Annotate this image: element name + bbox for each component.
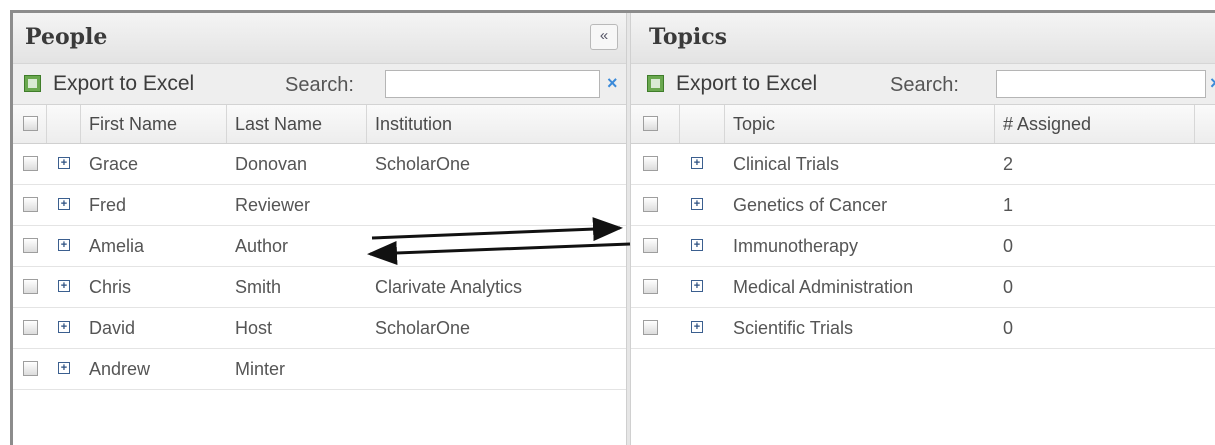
assigned-count-cell: 2 <box>1003 154 1014 174</box>
table-row[interactable]: + Chris Smith Clarivate Analytics <box>13 267 626 308</box>
topics-panel: Topics Export to Excel Search: × Topic #… <box>630 13 1215 445</box>
topic-cell: Medical Administration <box>733 277 914 297</box>
people-panel: People « Export to Excel Search: × First… <box>13 13 627 445</box>
institution-cell <box>367 226 375 266</box>
topics-export-to-excel-button[interactable]: Export to Excel <box>676 72 817 96</box>
first-name-cell: Fred <box>89 195 127 215</box>
table-row[interactable]: + David Host ScholarOne <box>13 308 626 349</box>
topic-cell: Clinical Trials <box>733 154 840 174</box>
topics-expand-column-header <box>680 105 725 143</box>
people-expand-column-header <box>47 105 81 143</box>
topics-select-all-checkbox[interactable] <box>643 116 658 131</box>
row-checkbox[interactable] <box>23 197 38 212</box>
institution-cell <box>367 349 375 389</box>
plus-box-icon[interactable]: + <box>691 321 703 333</box>
assigned-count-cell: 0 <box>1003 318 1014 338</box>
row-checkbox[interactable] <box>643 156 658 171</box>
plus-box-icon[interactable]: + <box>58 239 70 251</box>
institution-cell: Clarivate Analytics <box>375 277 523 297</box>
column-header-last-name[interactable]: Last Name <box>227 105 367 143</box>
last-name-cell: Host <box>235 318 273 338</box>
institution-cell <box>367 185 375 225</box>
collapse-panel-button[interactable]: « <box>590 24 618 50</box>
people-search-label: Search: <box>285 74 354 96</box>
plus-box-icon[interactable]: + <box>58 321 70 333</box>
assigned-count-cell: 1 <box>1003 195 1014 215</box>
topics-search-label: Search: <box>890 74 959 96</box>
table-row[interactable]: + Clinical Trials 2 <box>631 144 1215 185</box>
row-checkbox[interactable] <box>643 238 658 253</box>
plus-box-icon[interactable]: + <box>691 280 703 292</box>
table-row[interactable]: + Scientific Trials 0 <box>631 308 1215 349</box>
people-grid-body: + Grace Donovan ScholarOne + Fred Review… <box>13 144 626 390</box>
topics-grid-header: Topic # Assigned <box>631 105 1215 144</box>
last-name-cell: Reviewer <box>235 195 311 215</box>
row-checkbox[interactable] <box>23 320 38 335</box>
topics-grid-body: + Clinical Trials 2 + Genetics of Cancer… <box>631 144 1215 349</box>
column-header-topic[interactable]: Topic <box>725 105 995 143</box>
people-grid-header: First Name Last Name Institution <box>13 105 626 144</box>
institution-cell: ScholarOne <box>375 154 471 174</box>
topic-cell: Scientific Trials <box>733 318 854 338</box>
plus-box-icon[interactable]: + <box>691 157 703 169</box>
column-header-assigned[interactable]: # Assigned <box>995 105 1195 143</box>
table-row[interactable]: + Medical Administration 0 <box>631 267 1215 308</box>
topic-cell: Immunotherapy <box>733 236 859 256</box>
excel-icon[interactable] <box>24 75 41 92</box>
topics-search-input[interactable] <box>996 70 1206 98</box>
row-checkbox[interactable] <box>23 156 38 171</box>
last-name-cell: Donovan <box>235 154 308 174</box>
people-search-clear-icon[interactable]: × <box>607 73 618 94</box>
people-select-all-checkbox[interactable] <box>23 116 38 131</box>
last-name-cell: Smith <box>235 277 282 297</box>
people-export-to-excel-button[interactable]: Export to Excel <box>53 72 194 96</box>
table-row[interactable]: + Andrew Minter <box>13 349 626 390</box>
table-row[interactable]: + Grace Donovan ScholarOne <box>13 144 626 185</box>
plus-box-icon[interactable]: + <box>58 362 70 374</box>
table-row[interactable]: + Genetics of Cancer 1 <box>631 185 1215 226</box>
column-header-institution[interactable]: Institution <box>367 105 626 143</box>
table-row[interactable]: + Fred Reviewer <box>13 185 626 226</box>
table-row[interactable]: + Immunotherapy 0 <box>631 226 1215 267</box>
plus-box-icon[interactable]: + <box>691 239 703 251</box>
last-name-cell: Minter <box>235 359 286 379</box>
last-name-cell: Author <box>235 236 289 256</box>
topics-search-clear-icon[interactable]: × <box>1210 73 1215 94</box>
row-checkbox[interactable] <box>643 279 658 294</box>
row-checkbox[interactable] <box>643 320 658 335</box>
topics-toolbar: Export to Excel Search: × <box>631 64 1215 105</box>
plus-box-icon[interactable]: + <box>58 280 70 292</box>
excel-icon[interactable] <box>647 75 664 92</box>
topic-cell: Genetics of Cancer <box>733 195 888 215</box>
first-name-cell: Amelia <box>89 236 145 256</box>
topics-select-all-cell <box>631 105 680 143</box>
people-search-input[interactable] <box>385 70 600 98</box>
table-row[interactable]: + Amelia Author <box>13 226 626 267</box>
row-checkbox[interactable] <box>643 197 658 212</box>
assigned-count-cell: 0 <box>1003 236 1014 256</box>
plus-box-icon[interactable]: + <box>58 198 70 210</box>
first-name-cell: David <box>89 318 136 338</box>
row-checkbox[interactable] <box>23 279 38 294</box>
first-name-cell: Grace <box>89 154 139 174</box>
plus-box-icon[interactable]: + <box>691 198 703 210</box>
row-checkbox[interactable] <box>23 361 38 376</box>
first-name-cell: Chris <box>89 277 132 297</box>
plus-box-icon[interactable]: + <box>58 157 70 169</box>
people-panel-title: People <box>25 24 108 50</box>
institution-cell: ScholarOne <box>375 318 471 338</box>
people-panel-header: People « <box>13 13 626 64</box>
topics-panel-title: Topics <box>649 24 728 50</box>
assigned-count-cell: 0 <box>1003 277 1014 297</box>
people-select-all-cell <box>13 105 47 143</box>
row-checkbox[interactable] <box>23 238 38 253</box>
column-header-first-name[interactable]: First Name <box>81 105 227 143</box>
people-toolbar: Export to Excel Search: × <box>13 64 626 105</box>
first-name-cell: Andrew <box>89 359 151 379</box>
topics-panel-header: Topics <box>631 13 1215 64</box>
